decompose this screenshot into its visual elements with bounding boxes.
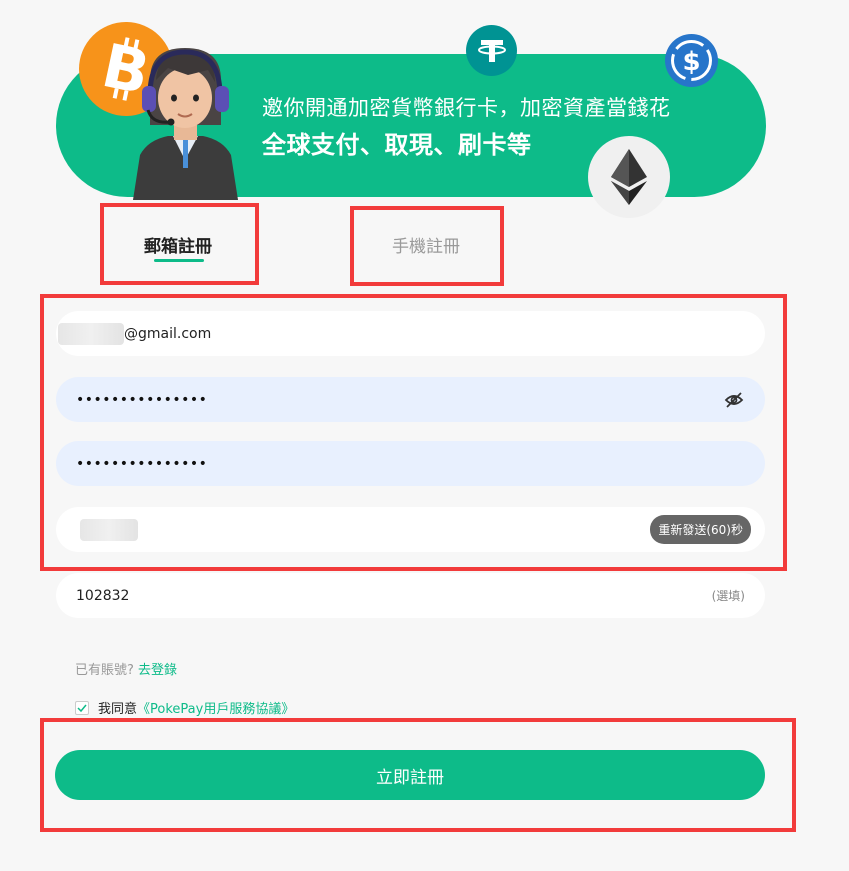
ethereum-icon [588,136,670,218]
banner-subheadline: 全球支付、取現、刷卡等 [262,131,532,159]
banner-headline: 邀你開通加密貨幣銀行卡，加密資產當錢花 [262,96,671,120]
annotation-box-email-tab [100,203,259,285]
invite-code-value: 102832 [76,587,130,604]
annotation-box-submit [40,718,796,832]
check-icon [77,704,87,712]
login-prompt-text: 已有賬號? [75,663,134,678]
agreement-checkbox[interactable] [75,700,89,715]
annotation-box-phone-tab [350,206,504,286]
login-prompt: 已有賬號? 去登錄 [75,659,177,678]
tether-icon [466,25,517,76]
annotation-box-form-fields [40,294,787,571]
agreement-prefix: 我同意 [98,702,138,717]
login-link[interactable]: 去登錄 [138,663,177,678]
agreement-link[interactable]: 《PokePay用戶服務協議》 [137,698,294,717]
agreement-row: 我同意 《PokePay用戶服務協議》 [75,698,294,717]
svg-text:$: $ [682,47,700,77]
invite-code-field[interactable]: 102832 (選填) [56,573,765,618]
invite-optional-hint: (選填) [711,589,745,603]
usdc-icon: $ [665,34,718,87]
support-agent-avatar [133,48,238,200]
